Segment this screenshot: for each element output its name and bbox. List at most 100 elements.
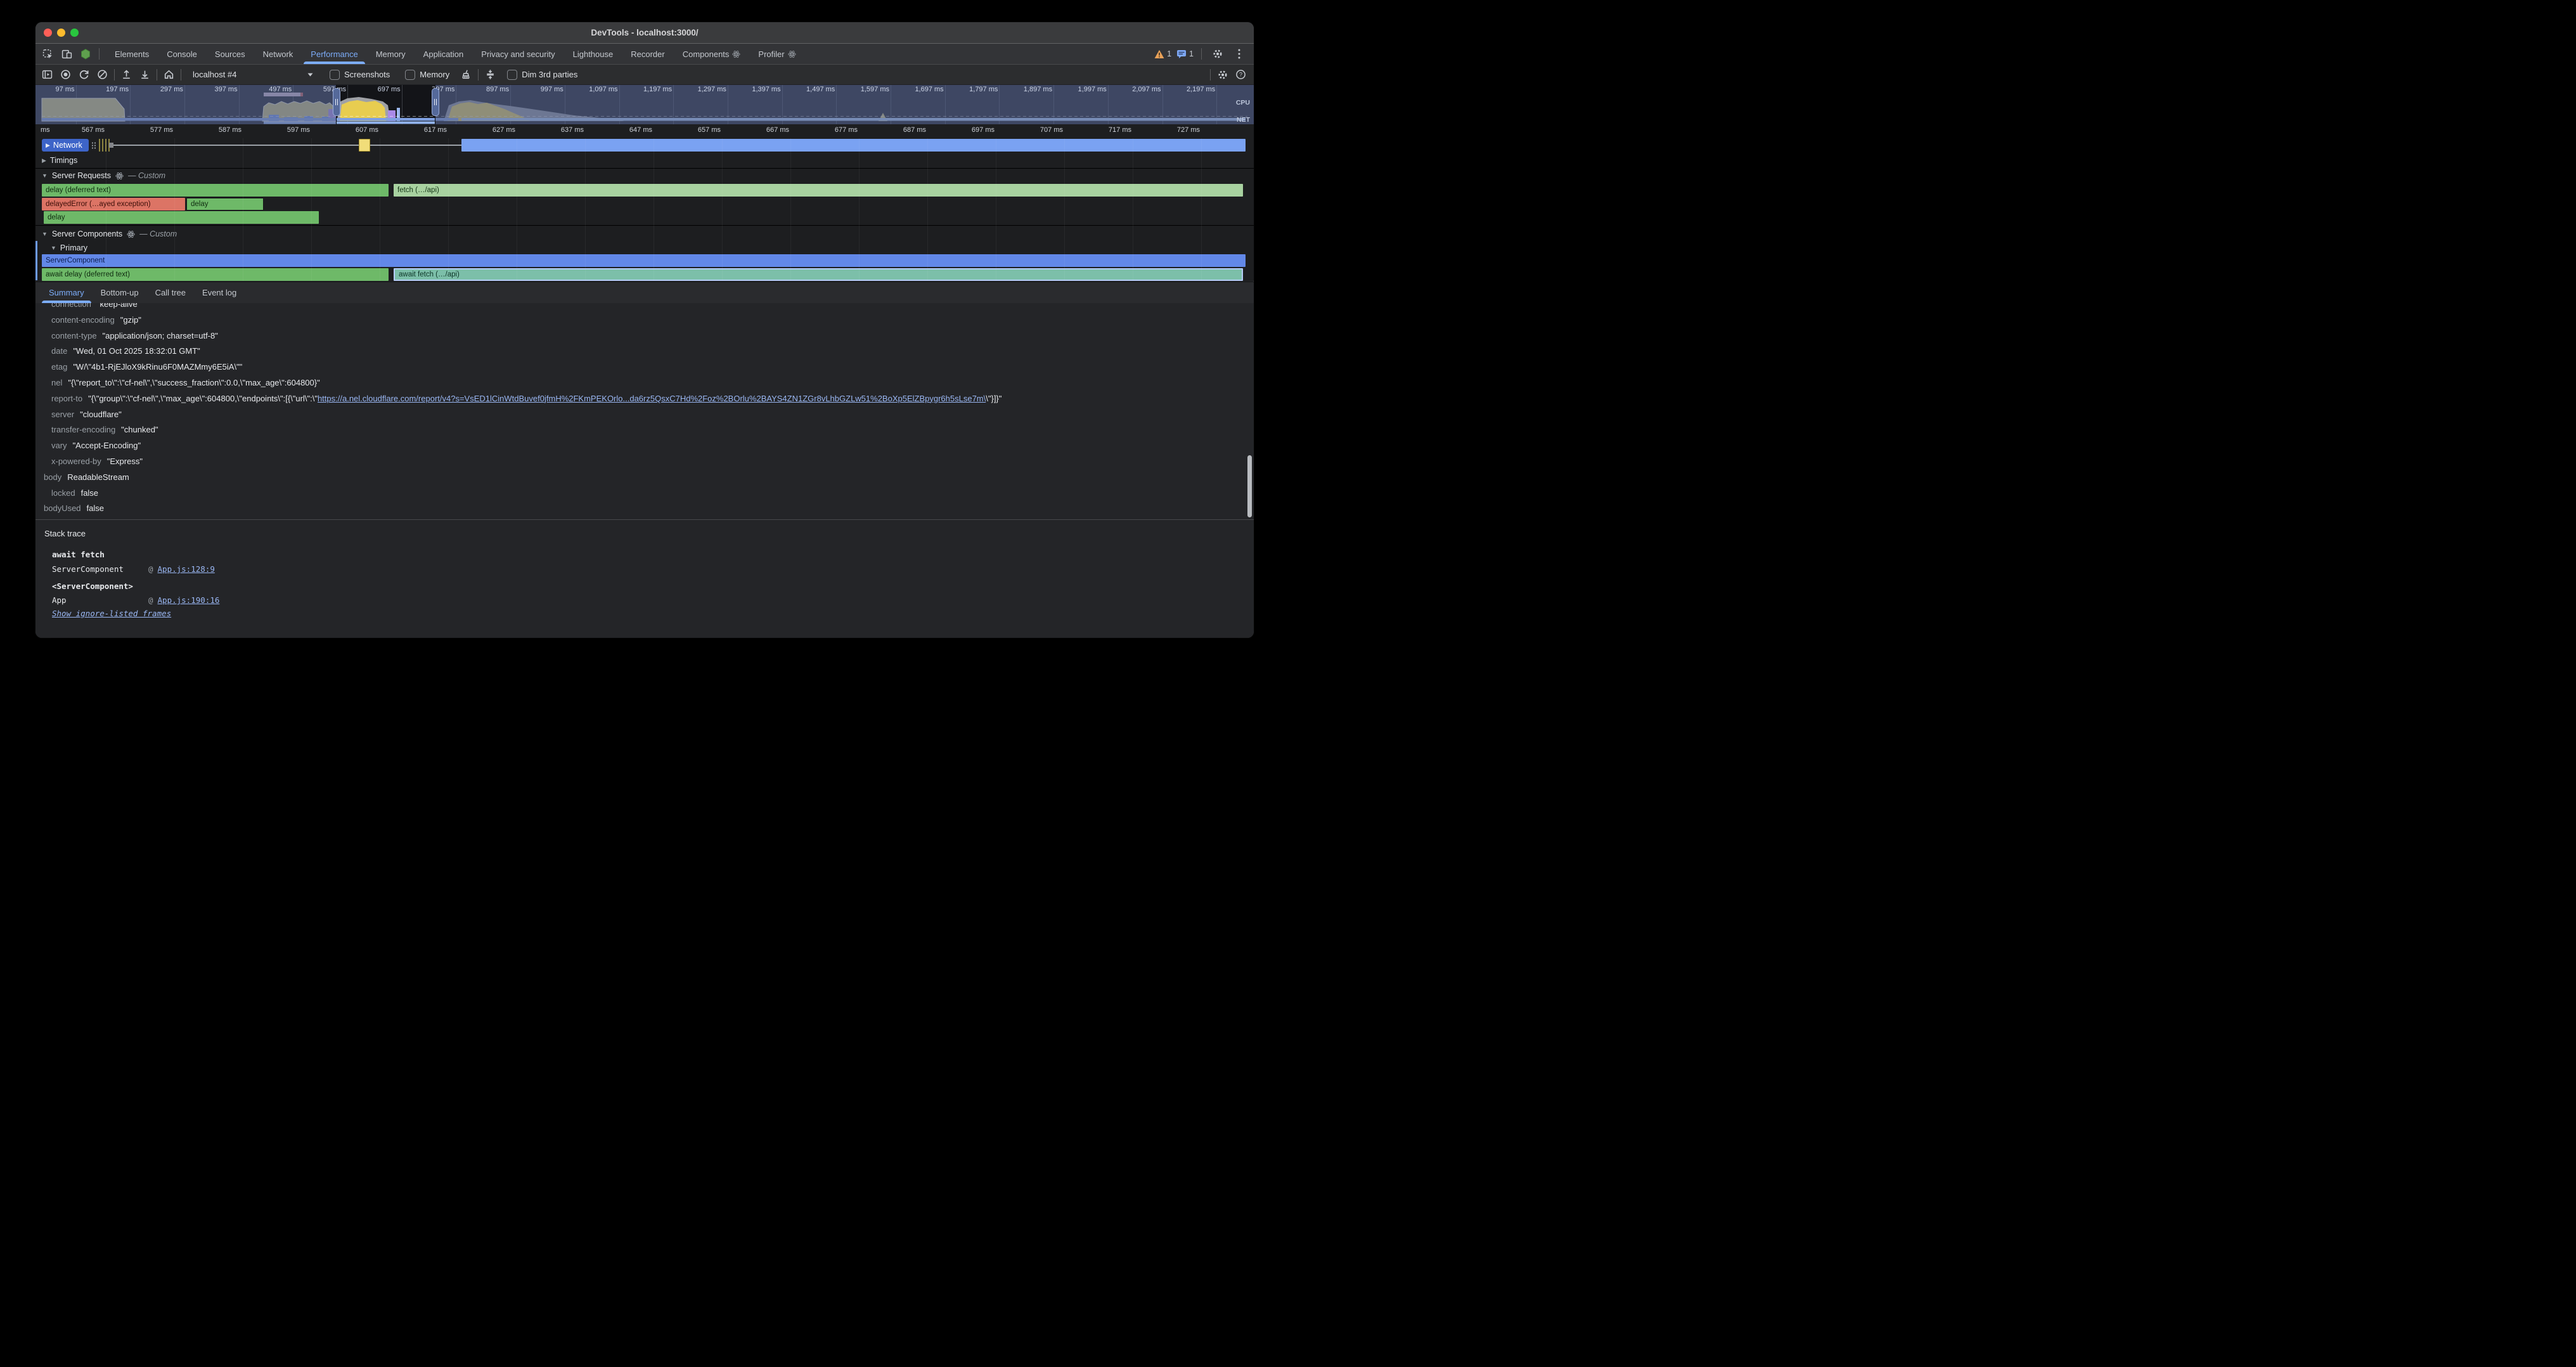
tab-sources[interactable]: Sources (206, 44, 254, 64)
title-bar: DevTools - localhost:3000/ (35, 22, 1254, 44)
track-custom-suffix: — Custom (128, 171, 165, 180)
detail-value: "cloudflare" (80, 410, 122, 419)
device-toolbar-icon[interactable] (58, 46, 75, 62)
show-ignore-listed-frames-link[interactable]: Show ignore-listed frames (52, 609, 171, 618)
performance-settings-gear-icon[interactable] (1214, 67, 1230, 82)
timeline-overview[interactable]: 97 ms197 ms297 ms397 ms497 ms597 ms697 m… (35, 85, 1254, 124)
overview-tick-label: 1,197 ms (622, 86, 672, 93)
chevron-down-icon (307, 73, 313, 77)
source-location-link[interactable]: App.js:190:16 (158, 595, 220, 605)
detail-value: "application/json; charset=utf-8" (103, 331, 218, 340)
help-icon[interactable]: ? (1233, 67, 1249, 82)
timeline-event-delay[interactable]: delay (186, 198, 264, 211)
divider (99, 48, 100, 60)
track-gridline (585, 138, 586, 281)
ruler-tick-label: 697 ms (941, 126, 995, 134)
divider (478, 69, 479, 81)
detail-key: report-to (51, 394, 82, 403)
react-atom-icon (127, 230, 135, 238)
source-location-link[interactable]: App.js:128:9 (158, 564, 215, 574)
collapse-triangle-icon: ▼ (42, 172, 48, 179)
tab-network[interactable]: Network (254, 44, 302, 64)
timeline-event-servercomponent[interactable]: ServerComponent (42, 254, 1246, 267)
track-label-text: Timings (50, 156, 77, 165)
detail-key: body (44, 472, 61, 482)
tab-profiler[interactable]: Profiler (749, 44, 804, 64)
inspect-element-icon[interactable] (39, 46, 56, 62)
ruler-tick-label: 577 ms (120, 126, 173, 134)
track-gridline (790, 138, 791, 281)
timeline-event-delay-deferred-text-[interactable]: delay (deferred text) (42, 184, 389, 197)
detail-value: "Wed, 01 Oct 2025 18:32:01 GMT" (73, 346, 200, 356)
upload-profile-icon[interactable] (119, 67, 134, 82)
screenshots-checkbox[interactable]: Screenshots (330, 70, 390, 80)
tab-elements[interactable]: Elements (106, 44, 158, 64)
tab-privacy-and-security[interactable]: Privacy and security (472, 44, 564, 64)
warnings-badge[interactable]: 1 (1154, 49, 1171, 59)
home-icon[interactable] (161, 67, 177, 82)
tab-performance[interactable]: Performance (302, 44, 366, 64)
scrollbar-thumb[interactable] (1247, 455, 1252, 517)
expand-triangle-icon: ▶ (46, 142, 50, 149)
report-url-link[interactable]: https://a.nel.cloudflare.com/report/v4?s… (318, 394, 986, 403)
toggle-sidebar-icon[interactable] (39, 67, 55, 82)
download-profile-icon[interactable] (137, 67, 153, 82)
clear-icon[interactable] (94, 67, 110, 82)
detail-value: "keep-alive" (97, 303, 141, 309)
details-tab-bar: SummaryBottom-upCall treeEvent log (35, 282, 1254, 304)
collapse-sections-icon[interactable] (482, 67, 498, 82)
timings-track-label[interactable]: ▶ Timings (35, 153, 1254, 167)
server-requests-row: delay (deferred text) fetch (…/api) (35, 183, 1254, 197)
timeline-event-await-fetch-api-[interactable]: await fetch (…/api) (394, 268, 1243, 281)
overview-tick-label: 1,297 ms (677, 86, 726, 93)
tab-summary[interactable]: Summary (41, 282, 93, 303)
server-requests-track-header[interactable]: ▼ Server Requests — Custom (35, 169, 1254, 183)
history-select-value: localhost #4 (193, 70, 236, 79)
timeline-event-delayederror-ayed-exception-[interactable]: delayedError (…ayed exception) (42, 198, 185, 211)
performance-toolbar: localhost #4 Screenshots Memory (35, 65, 1254, 85)
timeline-event-fetch-api-[interactable]: fetch (…/api) (394, 184, 1243, 197)
timeline-event-delay[interactable]: delay (44, 211, 319, 224)
timeline-event-await-delay-deferred-text-[interactable]: await delay (deferred text) (42, 268, 389, 281)
selection-handle-left[interactable] (333, 88, 340, 116)
value-text: "{\"group\":\"cf-nel\",\"max_age\":60480… (88, 394, 318, 403)
kebab-menu-icon[interactable] (1231, 46, 1247, 62)
tab-console[interactable]: Console (158, 44, 206, 64)
tab-memory[interactable]: Memory (367, 44, 415, 64)
timeline-event-netblue[interactable] (461, 139, 1246, 152)
nodejs-icon[interactable] (77, 46, 94, 62)
detail-row-content-type: content-type"application/json; charset=u… (35, 328, 1254, 344)
collect-garbage-icon[interactable] (458, 67, 474, 82)
server-requests-row: delayedError (…ayed exception)delay (35, 197, 1254, 211)
memory-checkbox[interactable]: Memory (405, 70, 449, 80)
dim-3rd-parties-checkbox[interactable]: Dim 3rd parties (507, 70, 577, 80)
group-label-text: Primary (60, 243, 87, 252)
server-components-track-header[interactable]: ▼ Server Components — Custom (35, 227, 1254, 241)
record-icon[interactable] (58, 67, 74, 82)
tab-bottom-up[interactable]: Bottom-up (93, 282, 147, 303)
tab-recorder[interactable]: Recorder (622, 44, 673, 64)
tab-components[interactable]: Components (674, 44, 750, 64)
drag-grip-icon[interactable] (91, 142, 96, 149)
tab-call-tree[interactable]: Call tree (147, 282, 194, 303)
detail-key: bodyUsed (44, 503, 81, 513)
network-track-label[interactable]: ▶ Network (42, 139, 89, 152)
timeline-event-yellow[interactable] (359, 139, 370, 152)
settings-gear-icon[interactable] (1209, 46, 1226, 62)
panel-tab-bar: ElementsConsoleSourcesNetworkPerformance… (35, 44, 1254, 65)
net-lane-label: NET (1237, 116, 1250, 124)
tab-event-log[interactable]: Event log (194, 282, 245, 303)
record-and-reload-icon[interactable] (76, 67, 92, 82)
track-gridline (859, 138, 860, 281)
tab-lighthouse[interactable]: Lighthouse (564, 44, 622, 64)
detail-key: transfer-encoding (51, 425, 115, 434)
primary-group-label[interactable]: ▼ Primary (35, 241, 1254, 255)
ruler-tick-label: 717 ms (1078, 126, 1131, 134)
selection-handle-right[interactable] (432, 88, 439, 116)
history-select[interactable]: localhost #4 (188, 67, 318, 82)
stack-trace-section: Stack trace await fetchServerComponent@A… (35, 519, 1254, 638)
messages-badge[interactable]: 1 (1176, 49, 1194, 59)
tab-application[interactable]: Application (415, 44, 473, 64)
network-resize-handle[interactable] (109, 143, 113, 148)
detail-key: server (51, 410, 74, 419)
